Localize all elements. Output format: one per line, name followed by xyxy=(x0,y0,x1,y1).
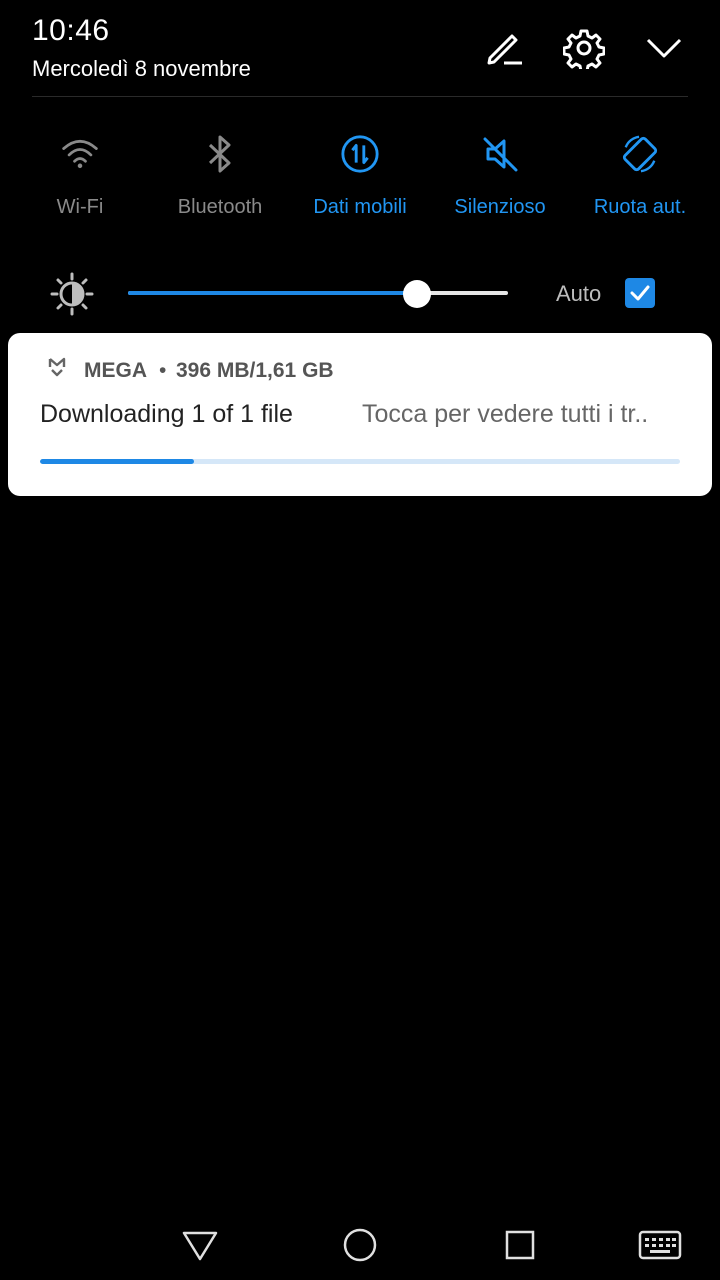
toggle-mobile-data[interactable]: Dati mobili xyxy=(290,128,430,228)
toggle-silent[interactable]: Silenzioso xyxy=(430,128,570,228)
download-progress-fill xyxy=(40,459,194,464)
settings-button[interactable] xyxy=(562,26,606,70)
keyboard-button[interactable] xyxy=(635,1220,685,1270)
navigation-bar xyxy=(0,1210,720,1280)
collapse-button[interactable] xyxy=(642,26,686,70)
notification-download-size: 396 MB/1,61 GB xyxy=(176,359,334,382)
status-header: 10:46 Mercoledì 8 novembre xyxy=(0,0,720,97)
home-icon xyxy=(343,1228,377,1262)
brightness-control: Auto xyxy=(0,266,720,322)
recents-icon xyxy=(505,1230,535,1260)
notification-title: Downloading 1 of 1 file xyxy=(40,400,293,428)
toggle-auto-rotate[interactable]: Ruota aut. xyxy=(570,128,710,228)
download-notification[interactable]: MEGA • 396 MB/1,61 GB Downloading 1 of 1… xyxy=(8,333,712,496)
clock: 10:46 xyxy=(32,14,110,47)
brightness-thumb[interactable] xyxy=(402,280,431,308)
home-button[interactable] xyxy=(335,1220,385,1270)
toggle-bluetooth-label: Bluetooth xyxy=(177,196,263,218)
edit-button[interactable] xyxy=(482,26,526,70)
checkmark-icon xyxy=(630,285,650,301)
auto-brightness-label: Auto xyxy=(556,281,602,306)
auto-rotate-icon xyxy=(620,134,660,174)
notification-app-name: MEGA xyxy=(84,359,147,382)
auto-brightness-checkbox[interactable] xyxy=(625,278,655,308)
brightness-slider[interactable] xyxy=(128,278,508,310)
brightness-icon xyxy=(50,272,94,316)
toggle-wifi-label: Wi-Fi xyxy=(56,196,104,218)
chevron-down-icon xyxy=(646,38,682,58)
bluetooth-icon xyxy=(200,134,240,174)
date-label: Mercoledì 8 novembre xyxy=(32,56,251,81)
back-button[interactable] xyxy=(175,1220,225,1270)
toggle-auto-rotate-label: Ruota aut. xyxy=(593,196,687,218)
gear-icon xyxy=(563,29,605,69)
toggle-wifi[interactable]: Wi-Fi xyxy=(10,128,150,228)
toggle-mobile-data-label: Dati mobili xyxy=(313,196,407,218)
recents-button[interactable] xyxy=(495,1220,545,1270)
silent-icon xyxy=(480,134,520,174)
quick-settings-toggles: Wi-Fi Bluetooth Dati mobili Silenzioso R… xyxy=(0,128,720,228)
mobile-data-icon xyxy=(340,134,380,174)
download-progress-bar xyxy=(40,459,680,464)
notification-subtitle: Tocca per vedere tutti i tr.. xyxy=(362,400,649,428)
edit-icon xyxy=(487,34,522,65)
toggle-silent-label: Silenzioso xyxy=(454,196,546,218)
mega-icon xyxy=(48,357,66,377)
keyboard-icon xyxy=(638,1230,682,1260)
wifi-icon xyxy=(60,134,100,174)
back-icon xyxy=(182,1231,218,1261)
header-divider xyxy=(32,96,688,97)
brightness-fill xyxy=(128,291,417,295)
notification-separator: • xyxy=(159,359,167,382)
toggle-bluetooth[interactable]: Bluetooth xyxy=(150,128,290,228)
